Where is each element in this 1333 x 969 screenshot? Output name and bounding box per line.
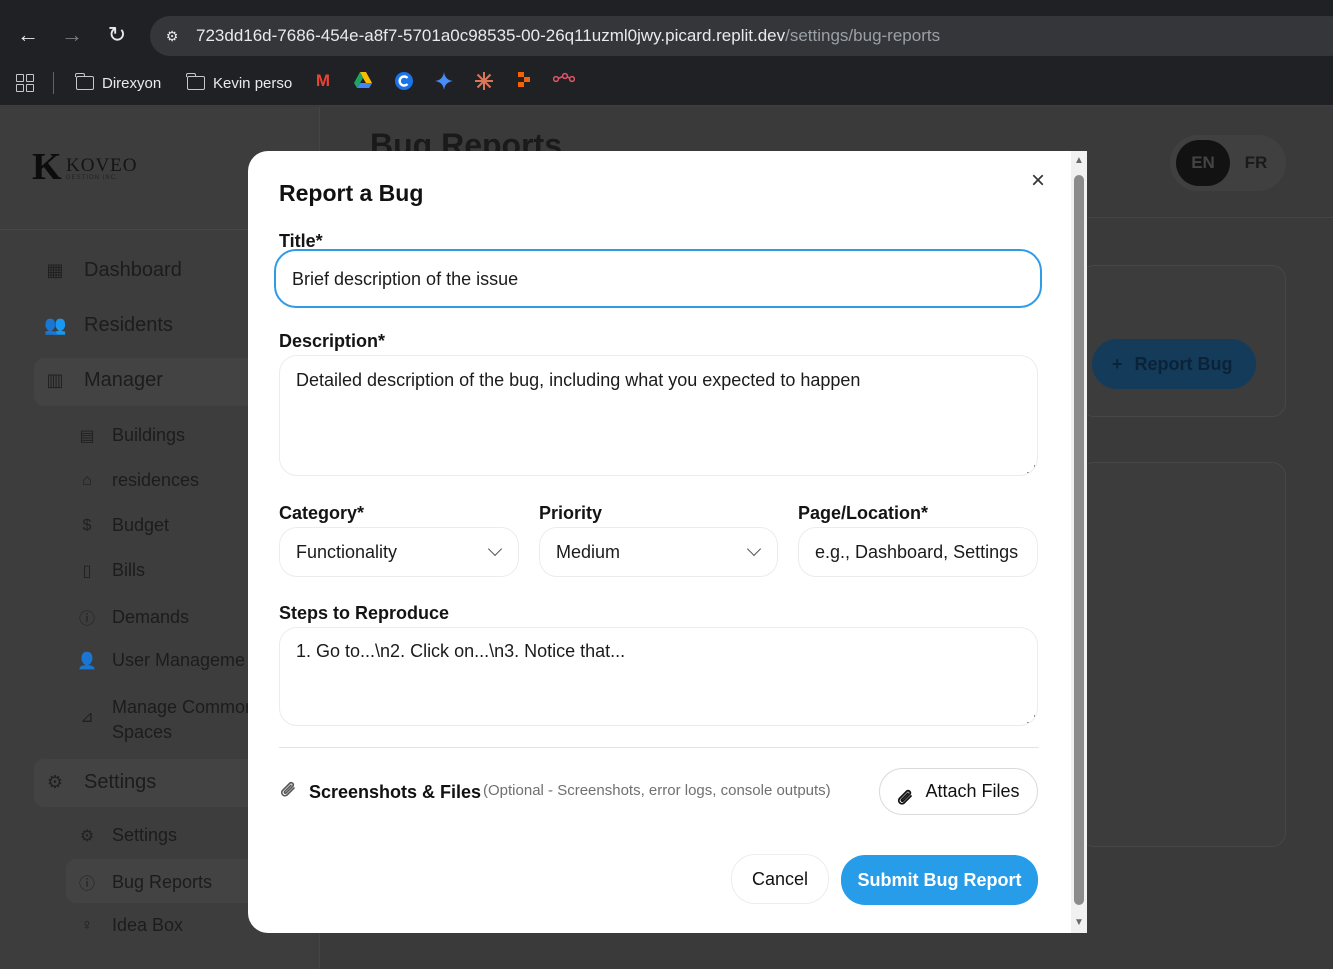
replit-icon[interactable] bbox=[514, 71, 534, 91]
bookmark-direxyon[interactable]: Direxyon bbox=[75, 72, 161, 94]
users-icon: 👤 bbox=[77, 652, 97, 670]
reload-icon[interactable]: ↻ bbox=[102, 20, 132, 50]
sidebar-item-settings[interactable]: ⚙ Settings bbox=[76, 825, 177, 846]
koveo-logo: K KOVEO GESTION INC. bbox=[32, 146, 138, 188]
chevron-down-icon bbox=[746, 541, 762, 557]
back-arrow-icon[interactable]: ← bbox=[13, 20, 43, 50]
apps-grid-icon[interactable] bbox=[16, 74, 34, 92]
list-card bbox=[1080, 462, 1286, 847]
c-logo-icon[interactable] bbox=[394, 71, 414, 91]
sidebar-item-bills[interactable]: ▯ Bills bbox=[76, 560, 145, 581]
sidebar-item-buildings[interactable]: ▤ Buildings bbox=[76, 425, 185, 446]
paperclip-icon bbox=[896, 781, 916, 826]
address-bar[interactable]: ⚙ 723dd16d-7686-454e-a8f7-5701a0c98535-0… bbox=[150, 16, 1333, 56]
sidebar-item-bug-reports[interactable]: ⓘ Bug Reports bbox=[76, 870, 212, 894]
chart-icon: ⊿ bbox=[80, 709, 94, 726]
bookmarks-bar: Direxyon Kevin perso bbox=[0, 60, 1333, 106]
sidebar-item-manage-common-spaces[interactable]: ⊿ Manage Commor Spaces bbox=[76, 695, 251, 745]
report-bug-button[interactable]: + Report Bug bbox=[1092, 339, 1256, 389]
lang-fr-button[interactable]: FR bbox=[1236, 140, 1276, 186]
sidebar-item-manager[interactable]: ▥ Manager bbox=[44, 369, 162, 392]
gemini-icon[interactable] bbox=[434, 71, 454, 91]
dollar-icon: $ bbox=[82, 516, 92, 534]
dashboard-grid-icon: ▦ bbox=[46, 260, 64, 280]
bookmarks-separator bbox=[53, 72, 54, 94]
bookmark-kevin-perso[interactable]: Kevin perso bbox=[186, 72, 292, 94]
sidebar-item-dashboard[interactable]: ▦ Dashboard bbox=[44, 259, 181, 282]
priority-label: Priority bbox=[539, 503, 603, 523]
building-icon: ▥ bbox=[46, 370, 64, 390]
forward-arrow-icon[interactable]: → bbox=[57, 20, 87, 50]
gear-icon: ⚙ bbox=[79, 827, 95, 845]
page-location-label: Page/Location* bbox=[798, 503, 929, 523]
steps-label: Steps to Reproduce bbox=[279, 603, 450, 623]
site-info-icon[interactable]: ⚙ bbox=[160, 25, 184, 47]
scroll-down-arrow-icon[interactable]: ▼ bbox=[1071, 915, 1087, 931]
report-bug-dialog: Report a Bug × Title* Brief description … bbox=[248, 151, 1087, 933]
close-icon[interactable]: × bbox=[1026, 169, 1050, 193]
building-icon: ▤ bbox=[79, 427, 95, 445]
gmail-icon[interactable]: M bbox=[313, 71, 333, 91]
browser-toolbar: ← → ↻ ⚙ 723dd16d-7686-454e-a8f7-5701a0c9… bbox=[0, 0, 1333, 68]
submit-bug-report-button[interactable]: Submit Bug Report bbox=[841, 855, 1038, 905]
alert-circle-icon: ⓘ bbox=[78, 611, 95, 628]
sidebar-item-residents[interactable]: 👥 Residents bbox=[44, 314, 173, 337]
priority-select[interactable]: Medium bbox=[539, 527, 778, 577]
sidebar-item-residences[interactable]: ⌂ residences bbox=[76, 470, 199, 491]
sidebar-item-budget[interactable]: $ Budget bbox=[76, 515, 170, 536]
steps-textarea[interactable]: 1. Go to...\n2. Click on...\n3. Notice t… bbox=[279, 627, 1038, 726]
document-icon: ▯ bbox=[82, 562, 92, 580]
chevron-down-icon bbox=[487, 541, 503, 557]
paperclip-icon bbox=[279, 779, 299, 807]
lightbulb-icon: ♀ bbox=[81, 916, 93, 934]
scroll-up-arrow-icon[interactable]: ▲ bbox=[1071, 153, 1087, 169]
folder-icon bbox=[186, 73, 205, 90]
home-icon: ⌂ bbox=[82, 471, 92, 489]
gear-icon: ⚙ bbox=[46, 772, 64, 792]
description-label: Description* bbox=[279, 331, 386, 351]
cancel-button[interactable]: Cancel bbox=[731, 854, 829, 904]
dialog-scrollbar[interactable]: ▲ ▼ bbox=[1071, 151, 1087, 933]
google-drive-icon[interactable] bbox=[353, 71, 373, 91]
scroll-thumb[interactable] bbox=[1074, 175, 1084, 905]
folder-icon bbox=[75, 73, 94, 90]
alert-circle-icon: ⓘ bbox=[78, 876, 95, 893]
section-divider bbox=[279, 747, 1039, 748]
claude-icon[interactable] bbox=[474, 71, 494, 91]
lang-en-button[interactable]: EN bbox=[1176, 140, 1230, 186]
sidebar-item-user-management[interactable]: 👤 User Manageme bbox=[76, 650, 245, 671]
users-icon: 👥 bbox=[44, 315, 67, 335]
page-location-input[interactable]: e.g., Dashboard, Settings bbox=[798, 527, 1038, 577]
plus-icon: + bbox=[1112, 354, 1123, 374]
attach-files-button[interactable]: Attach Files bbox=[879, 768, 1038, 815]
category-select[interactable]: Functionality bbox=[279, 527, 519, 577]
url-text[interactable]: 723dd16d-7686-454e-a8f7-5701a0c98535-00-… bbox=[196, 26, 940, 46]
flow-icon[interactable] bbox=[552, 71, 576, 91]
resize-handle-icon[interactable] bbox=[1027, 465, 1035, 473]
sidebar-item-idea-box[interactable]: ♀ Idea Box bbox=[76, 915, 183, 936]
files-label: Screenshots & Files bbox=[309, 782, 482, 802]
files-hint: (Optional - Screenshots, error logs, con… bbox=[483, 782, 831, 799]
title-input[interactable]: Brief description of the issue bbox=[274, 249, 1042, 308]
sidebar-item-demands[interactable]: ⓘ Demands bbox=[76, 605, 189, 629]
category-label: Category* bbox=[279, 503, 365, 523]
sidebar-item-settings-section[interactable]: ⚙ Settings bbox=[44, 771, 156, 794]
resize-handle-icon[interactable] bbox=[1027, 715, 1035, 723]
description-textarea[interactable]: Detailed description of the bug, includi… bbox=[279, 355, 1038, 476]
dialog-title: Report a Bug bbox=[279, 180, 424, 206]
